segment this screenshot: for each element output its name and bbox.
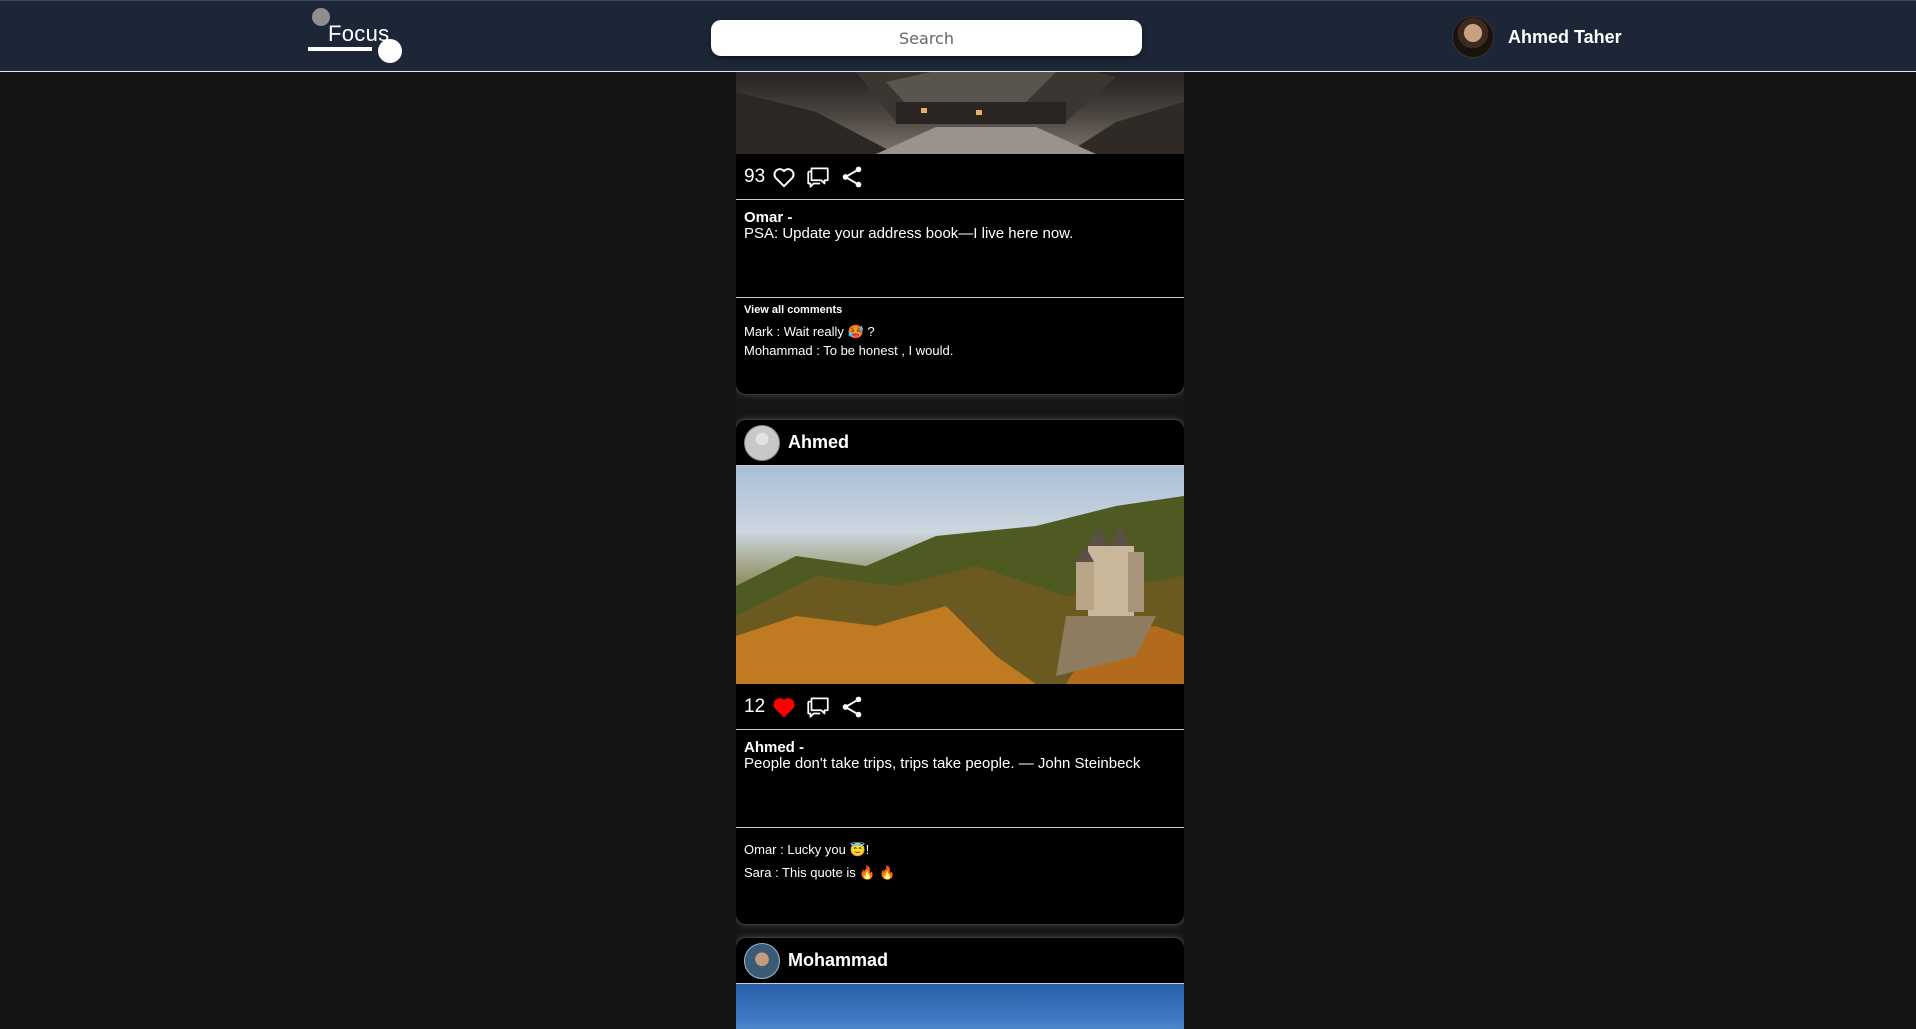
logo-white-dot [378,39,402,63]
comment-line: Mohammad : To be honest , I would. [744,343,954,358]
like-count: 93 [744,165,766,187]
share-icon[interactable] [839,694,865,720]
caption-author: Ahmed - [744,739,804,756]
top-navbar: Focus Ahmed Taher [0,0,1916,72]
avatar[interactable] [744,942,780,979]
user-profile[interactable]: Ahmed Taher [1452,16,1622,58]
post-image[interactable] [736,72,1184,154]
post-card: Ahmed 12 Ahmed - People don't take trips… [736,420,1184,924]
post-caption: Ahmed - People don't take trips, trips t… [736,730,1184,828]
post-header: Ahmed [736,420,1184,466]
post-header: Mohammad [736,938,1184,984]
comment-icon[interactable] [805,164,831,190]
castle-scene [736,496,1184,684]
comment-icon[interactable] [805,694,831,720]
village-scene [736,72,1184,154]
avatar[interactable] [1452,16,1494,58]
post-image[interactable] [736,984,1184,1029]
avatar[interactable] [744,424,780,461]
post-card: 93 Omar - PSA: Update your address book—… [736,72,1184,394]
caption-author: Omar - [744,209,793,226]
comment-line: Mark : Wait really 🥵 ? [744,324,875,339]
comments-section: View all comments Mark : Wait really 🥵 ?… [736,298,1184,394]
feed[interactable]: 93 Omar - PSA: Update your address book—… [736,72,1184,1029]
post-caption: Omar - PSA: Update your address book—I l… [736,200,1184,298]
logo-bar [308,47,372,51]
comment-line: Sara : This quote is 🔥 🔥 [744,865,896,880]
post-author[interactable]: Ahmed [788,432,849,453]
user-name[interactable]: Ahmed Taher [1508,27,1622,48]
post-actions: 12 [736,684,1184,730]
share-icon[interactable] [839,164,865,190]
post-actions: 93 [736,154,1184,200]
heart-icon[interactable] [771,164,797,190]
caption-text: PSA: Update your address book—I live her… [744,225,1074,242]
heart-icon[interactable] [771,694,797,720]
post-image[interactable] [736,466,1184,684]
focus-logo[interactable]: Focus [306,5,406,65]
search-input[interactable] [711,20,1142,56]
like-count: 12 [744,695,766,717]
post-author[interactable]: Mohammad [788,950,888,971]
view-all-comments-link[interactable]: View all comments [744,304,1176,316]
caption-text: People don't take trips, trips take peop… [744,755,1141,772]
comments-section: Omar : Lucky you 😇! Sara : This quote is… [736,828,1184,924]
post-card: Mohammad [736,938,1184,1029]
comment-line: Omar : Lucky you 😇! [744,842,870,857]
